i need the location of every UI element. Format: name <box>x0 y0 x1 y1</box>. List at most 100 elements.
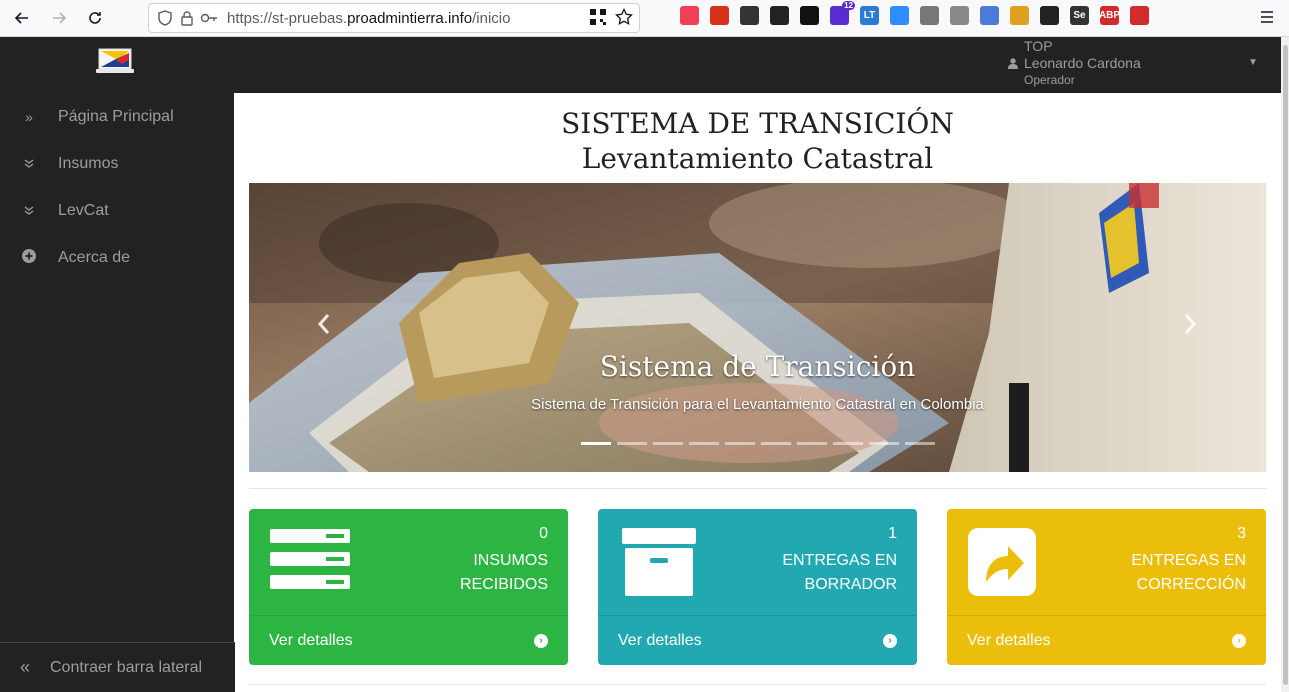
panel-label: INSUMOS RECIBIDOS <box>460 549 548 597</box>
sidebar-item-label: Acerca de <box>58 248 131 266</box>
ext-icon-2[interactable] <box>770 6 789 25</box>
bookmark-star-icon[interactable] <box>615 7 633 31</box>
user-name-text: Leonardo Cardona <box>1024 55 1141 71</box>
panel-label-line1: INSUMOS <box>473 552 548 569</box>
back-arrow-icon <box>14 12 28 24</box>
sidebar-item-insumos[interactable]: Insumos <box>0 140 234 187</box>
translate-icon[interactable] <box>980 6 999 25</box>
ext-icon-1[interactable] <box>740 6 759 25</box>
caret-down-icon[interactable]: ▼ <box>1248 57 1258 68</box>
collapse-sidebar-label: Contraer barra lateral <box>50 658 203 676</box>
page-scrollbar-thumb[interactable] <box>1283 45 1288 685</box>
carousel-indicator[interactable] <box>581 442 611 445</box>
ext-icon-3[interactable] <box>800 6 819 25</box>
reload-button[interactable] <box>77 3 113 33</box>
ext-icon-9[interactable] <box>1040 6 1059 25</box>
panel-label: ENTREGAS EN CORRECCIÓN <box>1131 549 1246 597</box>
carousel-indicators <box>581 442 935 445</box>
user-name: Leonardo Cardona <box>1008 55 1141 71</box>
sidebar-item-label: Página Principal <box>58 107 174 125</box>
panel-count: 3 <box>1237 525 1246 542</box>
archive-icon <box>622 528 696 596</box>
pocket-icon[interactable] <box>680 6 699 25</box>
url-bar[interactable]: https://st-pruebas.proadmintierra.info/i… <box>148 3 640 33</box>
back-button[interactable] <box>4 3 40 33</box>
sidebar-item-label: LevCat <box>58 201 109 219</box>
collapse-sidebar-button[interactable]: « Contraer barra lateral <box>0 642 235 692</box>
image-carousel[interactable]: Sistema de Transición Sistema de Transic… <box>249 183 1266 472</box>
server-icon <box>270 529 350 589</box>
sidebar-item-label: Insumos <box>58 154 119 172</box>
user-menu[interactable]: TOP Leonardo Cardona Operador ▼ <box>1008 37 1268 93</box>
extension-badge: 12 <box>842 1 855 10</box>
adblock-icon[interactable]: ABP <box>1099 6 1120 25</box>
ext-icon-4[interactable]: 12 <box>830 1 855 25</box>
shield-icon[interactable] <box>155 8 175 28</box>
carousel-next-button[interactable] <box>1183 311 1197 342</box>
arrow-circle-right-icon: › <box>534 633 548 648</box>
selenium-icon[interactable]: Se <box>1070 6 1089 25</box>
hamburger-menu-icon <box>1261 11 1273 23</box>
carousel-indicator[interactable] <box>725 442 755 445</box>
panel-entregas-borrador: 1 ENTREGAS EN BORRADOR Ver detalles › <box>598 509 917 665</box>
sidebar: » Página Principal Insumos LevCat Acerca… <box>0 93 234 692</box>
app-logo[interactable] <box>96 48 134 74</box>
page-title-line1: SISTEMA DE TRANSICIÓN <box>561 107 954 140</box>
forward-arrow-icon <box>53 12 67 24</box>
ver-detalles-link[interactable]: Ver detalles › <box>249 615 568 665</box>
divider <box>249 488 1266 489</box>
forward-button[interactable] <box>41 3 77 33</box>
carousel-indicator[interactable] <box>869 442 899 445</box>
ver-detalles-label: Ver detalles <box>967 631 1051 649</box>
ver-detalles-label: Ver detalles <box>269 631 353 649</box>
url-prefix: https://st-pruebas. <box>227 9 348 27</box>
key-icon[interactable] <box>199 8 219 28</box>
arrow-circle-right-icon: › <box>1232 633 1246 648</box>
browser-toolbar: https://st-pruebas.proadmintierra.info/i… <box>0 0 1289 37</box>
lock-icon[interactable] <box>177 8 197 28</box>
double-chevron-down-icon <box>0 203 58 219</box>
carousel-indicator[interactable] <box>833 442 863 445</box>
page-title: SISTEMA DE TRANSICIÓN Levantamiento Cata… <box>234 106 1281 176</box>
page-title-line2: Levantamiento Catastral <box>581 142 934 175</box>
sidebar-item-levcat[interactable]: LevCat <box>0 187 234 234</box>
sidebar-item-pagina-principal[interactable]: » Página Principal <box>0 93 234 140</box>
carousel-prev-button[interactable] <box>317 311 331 342</box>
ext-icon-8[interactable] <box>1010 6 1029 25</box>
ver-detalles-link[interactable]: Ver detalles › <box>598 615 917 665</box>
carousel-indicator[interactable] <box>905 442 935 445</box>
qr-code-icon[interactable] <box>589 8 607 31</box>
ver-detalles-link[interactable]: Ver detalles › <box>947 615 1266 665</box>
download-icon[interactable] <box>710 6 729 25</box>
ext-icon-6[interactable] <box>920 6 939 25</box>
url-text[interactable]: https://st-pruebas.proadmintierra.info/i… <box>227 10 510 27</box>
carousel-indicator[interactable] <box>617 442 647 445</box>
carousel-indicator[interactable] <box>689 442 719 445</box>
ext-icon-5[interactable]: LT <box>860 6 879 25</box>
divider <box>249 684 1266 685</box>
panel-label-line1: ENTREGAS EN <box>782 552 897 569</box>
arrow-circle-right-icon: › <box>883 633 897 648</box>
carousel-caption-title: Sistema de Transición <box>599 350 916 383</box>
ext-icon-10[interactable] <box>1130 6 1149 25</box>
carousel-indicator[interactable] <box>761 442 791 445</box>
chevron-left-icon <box>317 314 330 334</box>
url-domain: proadmintierra.info <box>347 9 473 27</box>
panel-label-line2: BORRADOR <box>804 576 897 593</box>
app-navbar: TOP Leonardo Cardona Operador ▼ <box>0 37 1281 93</box>
double-chevron-right-icon: » <box>25 108 33 125</box>
carousel-slide-image <box>249 183 1266 472</box>
share-icon <box>968 528 1036 596</box>
user-role: Operador <box>1024 73 1075 87</box>
sidebar-item-acerca-de[interactable]: Acerca de <box>0 234 234 281</box>
double-chevron-left-icon: « <box>19 657 30 677</box>
menu-button[interactable] <box>1259 9 1275 30</box>
ext-icon-7[interactable] <box>950 6 969 25</box>
panel-count: 1 <box>888 525 897 542</box>
panel-label-line2: RECIBIDOS <box>459 576 548 593</box>
panel-label-line1: ENTREGAS EN <box>1131 552 1246 569</box>
zoom-icon[interactable] <box>890 6 909 25</box>
carousel-indicator[interactable] <box>797 442 827 445</box>
panel-entregas-correccion: 3 ENTREGAS EN CORRECCIÓN Ver detalles › <box>947 509 1266 665</box>
carousel-indicator[interactable] <box>653 442 683 445</box>
